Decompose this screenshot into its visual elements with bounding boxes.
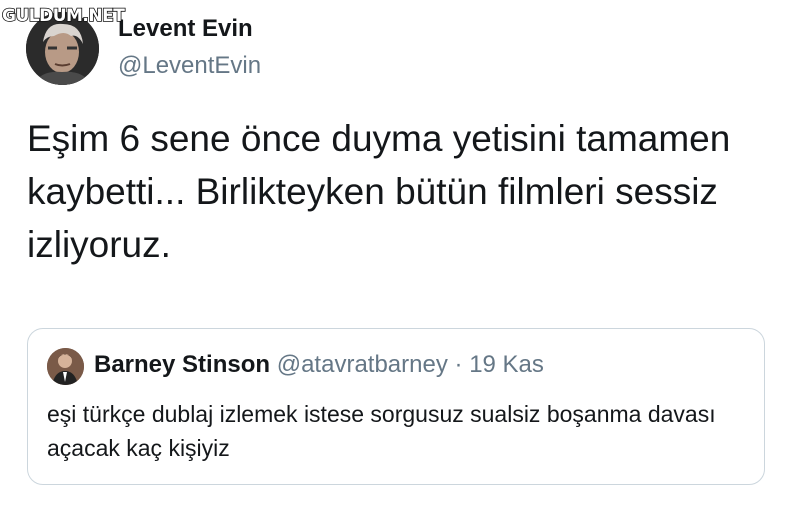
quoted-tweet-header: Barney Stinson @atavratbarney · 19 Kas bbox=[94, 351, 544, 379]
author-display-name[interactable]: Levent Evin bbox=[118, 15, 253, 43]
quoted-tweet-date[interactable]: 19 Kas bbox=[469, 351, 544, 378]
quoted-author-display-name[interactable]: Barney Stinson bbox=[94, 351, 270, 378]
quoted-author-avatar bbox=[47, 348, 84, 385]
header-separator: · bbox=[454, 351, 463, 378]
watermark-logo: GULDUM.NET bbox=[1, 5, 125, 27]
quoted-tweet-text: eşi türkçe dublaj izlemek istese sorgusu… bbox=[47, 401, 716, 461]
author-handle[interactable]: @LeventEvin bbox=[118, 52, 261, 80]
tweet-text: Eşim 6 sene önce duyma yetisini tamamen … bbox=[27, 118, 731, 265]
quoted-tweet-card[interactable]: Barney Stinson @atavratbarney · 19 Kas e… bbox=[27, 328, 765, 485]
quoted-author-handle[interactable]: @atavratbarney bbox=[277, 351, 448, 378]
profile-photo-icon bbox=[47, 348, 84, 385]
